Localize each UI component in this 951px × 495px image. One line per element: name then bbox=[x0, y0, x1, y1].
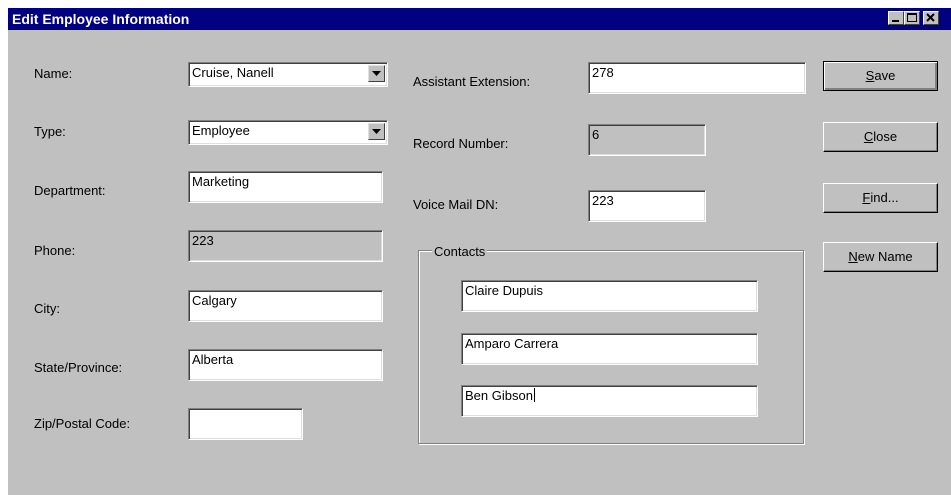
minimize-icon bbox=[892, 20, 899, 22]
contact-2-input[interactable]: Amparo Carrera bbox=[461, 333, 758, 365]
assistant-extension-label: Assistant Extension: bbox=[413, 74, 531, 89]
department-input[interactable]: Marketing bbox=[188, 171, 383, 203]
close-window-button[interactable] bbox=[923, 11, 939, 25]
voice-mail-dn-label: Voice Mail DN: bbox=[413, 197, 499, 212]
chevron-down-icon bbox=[372, 129, 381, 134]
type-select[interactable]: Employee bbox=[188, 120, 388, 145]
new-name-label: ew Name bbox=[857, 249, 913, 264]
type-select-value: Employee bbox=[192, 123, 250, 138]
city-input[interactable]: Calgary bbox=[188, 290, 383, 322]
new-name-access-key: N bbox=[848, 249, 858, 264]
contact-3-value: Ben Gibson bbox=[465, 388, 533, 403]
name-dropdown-button[interactable] bbox=[368, 65, 385, 82]
maximize-button[interactable] bbox=[904, 11, 920, 25]
minimize-button[interactable] bbox=[888, 11, 904, 25]
save-button[interactable]: Save bbox=[823, 61, 938, 91]
contacts-group-label: Contacts bbox=[432, 244, 488, 259]
zip-postal-code-input[interactable] bbox=[188, 408, 303, 440]
contact-1-input[interactable]: Claire Dupuis bbox=[461, 280, 758, 312]
close-label: lose bbox=[873, 129, 898, 144]
name-select-value: Cruise, Nanell bbox=[192, 65, 274, 80]
chevron-down-icon bbox=[372, 71, 381, 76]
type-label: Type: bbox=[34, 124, 66, 139]
contact-3-input[interactable]: Ben Gibson bbox=[461, 385, 758, 417]
close-icon bbox=[926, 13, 935, 22]
record-number-label: Record Number: bbox=[413, 136, 509, 151]
city-label: City: bbox=[34, 301, 60, 316]
phone-field: 223 bbox=[188, 230, 383, 262]
text-cursor bbox=[533, 388, 535, 402]
close-access-key: C bbox=[863, 129, 874, 144]
find-label: ind... bbox=[870, 190, 899, 205]
name-select[interactable]: Cruise, Nanell bbox=[188, 62, 388, 87]
zip-postal-code-label: Zip/Postal Code: bbox=[34, 416, 131, 431]
title-bar[interactable]: Edit Employee Information bbox=[8, 8, 951, 30]
state-province-input[interactable]: Alberta bbox=[188, 349, 383, 381]
phone-label: Phone: bbox=[34, 243, 76, 258]
find-button[interactable]: Find... bbox=[823, 183, 938, 213]
edit-employee-window: Edit Employee Information Name: Type: De… bbox=[8, 8, 951, 495]
record-number-field: 6 bbox=[588, 124, 706, 156]
maximize-icon bbox=[907, 13, 917, 22]
save-label: ave bbox=[874, 68, 896, 83]
window-title: Edit Employee Information bbox=[12, 11, 190, 27]
voice-mail-dn-input[interactable]: 223 bbox=[588, 190, 706, 222]
assistant-extension-input[interactable]: 278 bbox=[588, 62, 806, 94]
new-name-button[interactable]: New Name bbox=[823, 242, 938, 272]
department-label: Department: bbox=[34, 183, 106, 198]
state-province-label: State/Province: bbox=[34, 360, 123, 375]
name-label: Name: bbox=[34, 66, 73, 81]
close-button[interactable]: Close bbox=[823, 122, 938, 152]
type-dropdown-button[interactable] bbox=[368, 123, 385, 140]
